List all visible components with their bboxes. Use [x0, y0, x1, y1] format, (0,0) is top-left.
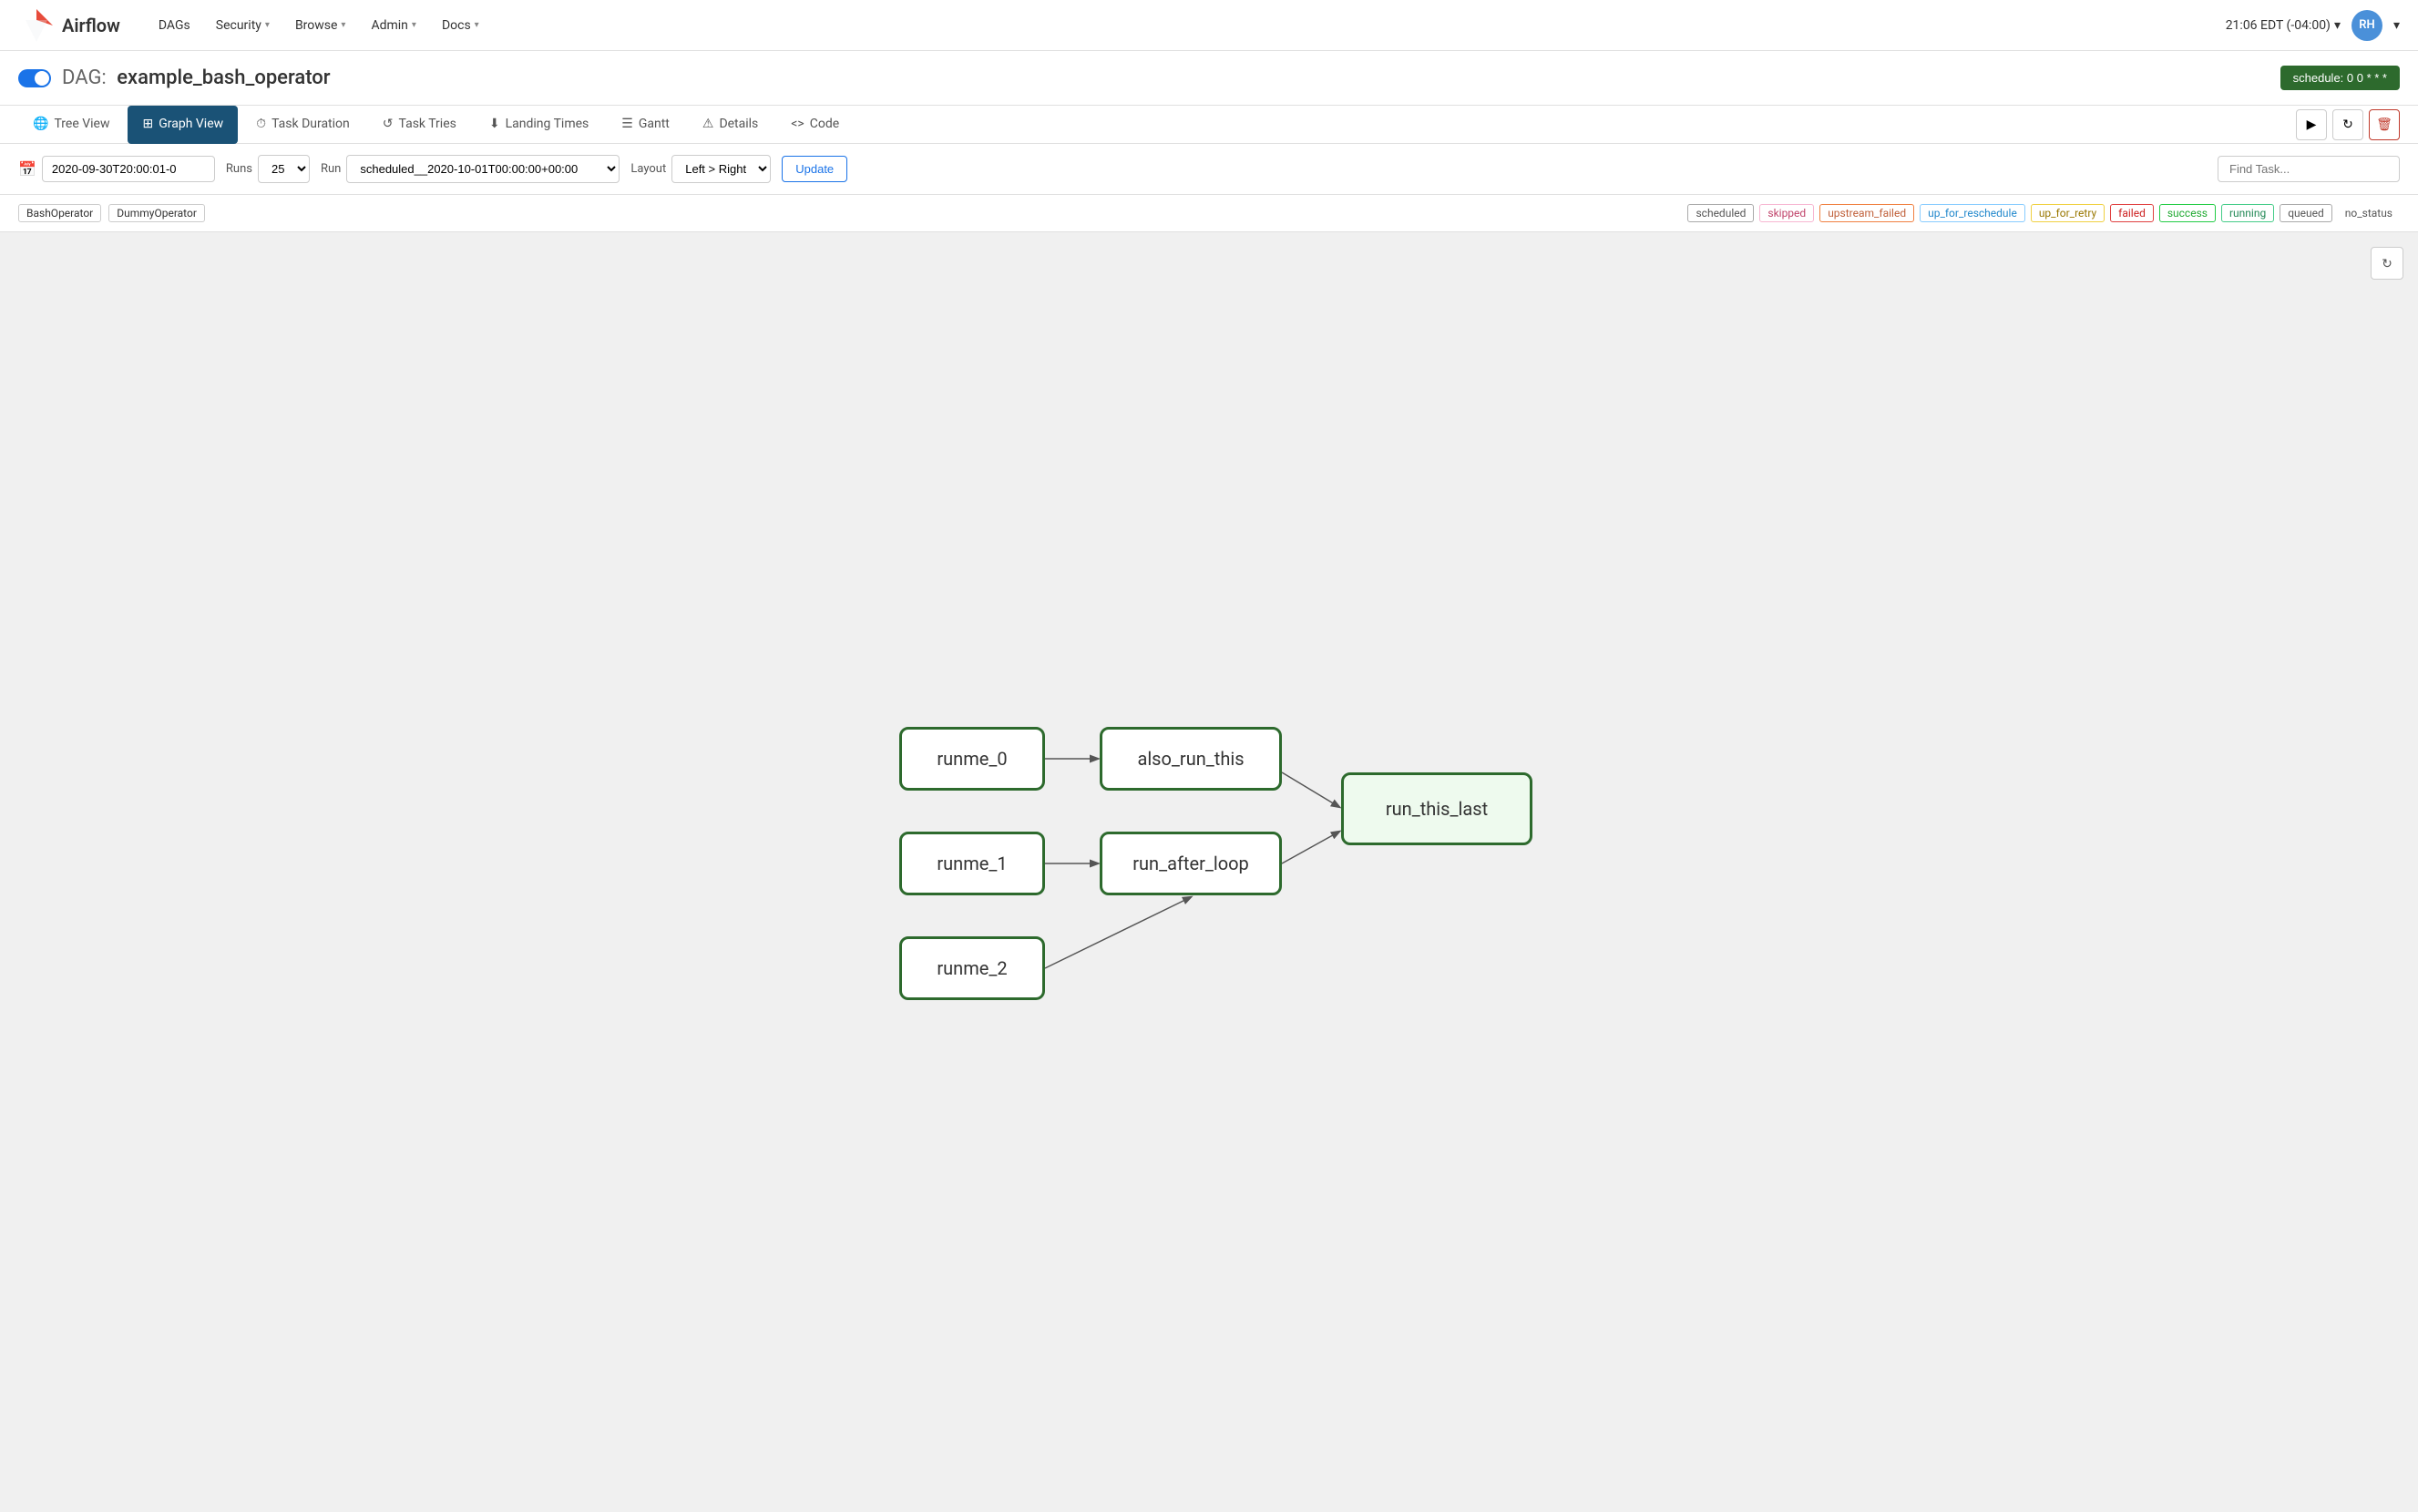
node-runme-0[interactable]: runme_0	[899, 727, 1045, 791]
chevron-down-icon: ▾	[475, 20, 479, 30]
status-upstream-failed[interactable]: upstream_failed	[1819, 204, 1914, 222]
layout-select[interactable]: Left > Right Left Right	[671, 155, 771, 183]
runs-label: Runs	[226, 162, 252, 176]
tab-gantt[interactable]: ☰ Gantt	[607, 106, 684, 144]
status-up-for-retry[interactable]: up_for_retry	[2031, 204, 2105, 222]
landing-icon: ⬇	[489, 117, 500, 131]
date-input[interactable]	[42, 156, 215, 182]
dag-graph: runme_0 runme_1 runme_2 also_run_this ru…	[845, 681, 1573, 1064]
update-button[interactable]: Update	[782, 156, 847, 182]
chevron-down-icon: ▾	[2334, 18, 2341, 33]
runs-control: Runs 25	[226, 155, 310, 183]
user-avatar[interactable]: RH	[2351, 10, 2382, 41]
node-run-this-last[interactable]: run_this_last	[1341, 772, 1532, 845]
delete-button[interactable]: 🗑	[2369, 109, 2400, 140]
navbar: Airflow DAGs Security ▾ Browse ▾ Admin ▾…	[0, 0, 2418, 51]
date-control: 📅	[18, 156, 215, 182]
brand[interactable]: Airflow	[18, 7, 120, 44]
node-runme-1[interactable]: runme_1	[899, 832, 1045, 895]
tab-graph-view[interactable]: ⊞ Graph View	[128, 106, 238, 144]
time-display[interactable]: 21:06 EDT (-04:00) ▾	[2226, 18, 2341, 33]
gantt-icon: ☰	[621, 117, 633, 131]
node-runme-2[interactable]: runme_2	[899, 936, 1045, 1000]
status-success[interactable]: success	[2159, 204, 2216, 222]
chevron-down-icon: ▾	[265, 20, 270, 30]
graph-icon: ⊞	[142, 117, 153, 131]
node-also-run-this[interactable]: also_run_this	[1100, 727, 1282, 791]
tab-code[interactable]: <> Code	[776, 106, 854, 144]
status-skipped[interactable]: skipped	[1759, 204, 1814, 222]
run-label: Run	[321, 162, 341, 176]
bash-operator-badge[interactable]: BashOperator	[18, 204, 101, 222]
dag-header: DAG: example_bash_operator schedule: 0 0…	[0, 51, 2418, 106]
schedule-button[interactable]: schedule: 0 0 * * *	[2280, 66, 2400, 90]
tab-task-duration[interactable]: ⏱ Task Duration	[241, 106, 364, 144]
dag-toggle[interactable]	[18, 69, 51, 87]
find-task-input[interactable]	[2218, 156, 2400, 182]
run-button[interactable]: ▶	[2296, 109, 2327, 140]
calendar-icon[interactable]: 📅	[18, 160, 36, 178]
nav-admin[interactable]: Admin ▾	[360, 11, 426, 40]
chevron-down-icon: ▾	[2393, 18, 2400, 33]
brand-name: Airflow	[62, 15, 120, 36]
nav-docs[interactable]: Docs ▾	[431, 11, 490, 40]
runs-select[interactable]: 25	[258, 155, 310, 183]
status-queued[interactable]: queued	[2280, 204, 2332, 222]
dag-title: DAG: example_bash_operator	[18, 66, 331, 89]
nav-dags[interactable]: DAGs	[148, 11, 201, 40]
main-content: DAG: example_bash_operator schedule: 0 0…	[0, 51, 2418, 1512]
run-control: Run scheduled__2020-10-01T00:00:00+00:00	[321, 155, 620, 183]
layout-label: Layout	[630, 162, 666, 176]
tab-actions: ▶ ↻ 🗑	[2296, 109, 2400, 140]
status-up-for-reschedule[interactable]: up_for_reschedule	[1920, 204, 2025, 222]
controls-bar: 📅 Runs 25 Run scheduled__2020-10-01T00:0…	[0, 144, 2418, 195]
tree-icon: 🌐	[33, 117, 48, 131]
layout-control: Layout Left > Right Left Right	[630, 155, 771, 183]
code-icon: <>	[791, 117, 804, 131]
node-run-after-loop[interactable]: run_after_loop	[1100, 832, 1282, 895]
dummy-operator-badge[interactable]: DummyOperator	[108, 204, 205, 222]
status-running[interactable]: running	[2221, 204, 2274, 222]
status-bar: BashOperator DummyOperator scheduled ski…	[0, 195, 2418, 232]
tab-tree-view[interactable]: 🌐 Tree View	[18, 106, 124, 144]
graph-area: ↻	[0, 232, 2418, 1512]
tab-task-tries[interactable]: ↺ Task Tries	[368, 106, 471, 144]
tab-landing-times[interactable]: ⬇ Landing Times	[475, 106, 603, 144]
dag-schedule: schedule: 0 0 * * *	[2280, 66, 2400, 90]
chevron-down-icon: ▾	[412, 20, 416, 30]
nav-browse[interactable]: Browse ▾	[284, 11, 357, 40]
refresh-button[interactable]: ↻	[2332, 109, 2363, 140]
airflow-logo	[18, 7, 55, 44]
details-icon: ⚠	[702, 117, 714, 131]
graph-refresh-button[interactable]: ↻	[2371, 247, 2403, 280]
navbar-right: 21:06 EDT (-04:00) ▾ RH ▾	[2226, 10, 2400, 41]
nav-items: DAGs Security ▾ Browse ▾ Admin ▾ Docs ▾	[148, 11, 2226, 40]
status-badges: scheduled skipped upstream_failed up_for…	[1687, 204, 2400, 222]
chevron-down-icon: ▾	[341, 20, 345, 30]
dag-name: DAG: example_bash_operator	[62, 66, 331, 89]
tries-icon: ↺	[383, 117, 394, 131]
nav-security[interactable]: Security ▾	[205, 11, 281, 40]
status-scheduled[interactable]: scheduled	[1687, 204, 1754, 222]
tab-details[interactable]: ⚠ Details	[688, 106, 773, 144]
tabs-bar: 🌐 Tree View ⊞ Graph View ⏱ Task Duration…	[0, 106, 2418, 144]
run-select[interactable]: scheduled__2020-10-01T00:00:00+00:00	[346, 155, 620, 183]
status-no-status[interactable]: no_status	[2338, 205, 2400, 221]
duration-icon: ⏱	[256, 117, 266, 131]
status-failed[interactable]: failed	[2110, 204, 2154, 222]
